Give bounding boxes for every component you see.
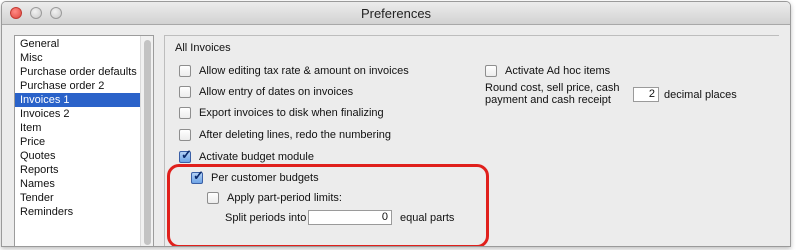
sidebar-item-invoices-2[interactable]: Invoices 2 <box>15 107 144 121</box>
option-allow-editing-tax[interactable]: Allow editing tax rate & amount on invoi… <box>179 64 409 78</box>
option-label: Export invoices to disk when finalizing <box>199 107 384 119</box>
window-title: Preferences <box>360 6 432 21</box>
checkbox-allow-entry-of-dates[interactable] <box>179 86 191 98</box>
option-label: Activate Ad hoc items <box>505 65 611 77</box>
option-label: Allow editing tax rate & amount on invoi… <box>199 65 409 77</box>
option-label: Activate budget module <box>199 151 314 163</box>
option-label: Allow entry of dates on invoices <box>199 86 354 98</box>
round-cost-label-line1: Round cost, sell price, cash <box>485 82 620 94</box>
checkbox-activate-ad-hoc-items[interactable] <box>485 65 497 77</box>
preferences-window: Preferences General Misc Purchase order … <box>1 1 791 247</box>
section-title: All Invoices <box>175 42 231 54</box>
checkbox-redo-numbering[interactable] <box>179 129 191 141</box>
checkbox-activate-budget-module[interactable]: ✓ <box>179 147 192 163</box>
sidebar-scrollbar[interactable] <box>140 36 153 246</box>
option-activate-budget-module[interactable]: ✓ Activate budget module <box>179 147 314 164</box>
sidebar-item-price[interactable]: Price <box>15 135 144 149</box>
checkmark-icon: ✓ <box>181 147 192 162</box>
option-activate-ad-hoc-items[interactable]: Activate Ad hoc items <box>485 64 610 78</box>
sidebar-item-purchase-order-2[interactable]: Purchase order 2 <box>15 79 144 93</box>
sidebar-item-reminders[interactable]: Reminders <box>15 205 144 219</box>
sidebar-item-general[interactable]: General <box>15 37 144 51</box>
option-redo-numbering[interactable]: After deleting lines, redo the numbering <box>179 128 391 142</box>
checkbox-allow-editing-tax[interactable] <box>179 65 191 77</box>
sidebar-item-names[interactable]: Names <box>15 177 144 191</box>
sidebar-item-reports[interactable]: Reports <box>15 163 144 177</box>
decimal-places-suffix: decimal places <box>664 89 737 101</box>
title-bar: Preferences <box>2 2 790 25</box>
option-allow-entry-of-dates[interactable]: Allow entry of dates on invoices <box>179 85 353 99</box>
sidebar-item-tender[interactable]: Tender <box>15 191 144 205</box>
round-cost-label-line2: payment and cash receipt <box>485 94 611 106</box>
checkbox-export-invoices[interactable] <box>179 107 191 119</box>
sidebar-item-item[interactable]: Item <box>15 121 144 135</box>
sidebar-item-misc[interactable]: Misc <box>15 51 144 65</box>
sidebar-item-invoices-1[interactable]: Invoices 1 <box>15 93 144 107</box>
budget-settings-highlight <box>167 164 489 246</box>
preferences-category-list[interactable]: General Misc Purchase order defaults Pur… <box>14 35 154 246</box>
sidebar-item-purchase-order-defaults[interactable]: Purchase order defaults <box>15 65 144 79</box>
sidebar-item-quotes[interactable]: Quotes <box>15 149 144 163</box>
option-label: After deleting lines, redo the numbering <box>199 129 392 141</box>
decimal-places-input[interactable]: 2 <box>633 87 659 102</box>
option-export-invoices[interactable]: Export invoices to disk when finalizing <box>179 106 384 120</box>
sidebar-scroll-thumb[interactable] <box>144 40 151 245</box>
